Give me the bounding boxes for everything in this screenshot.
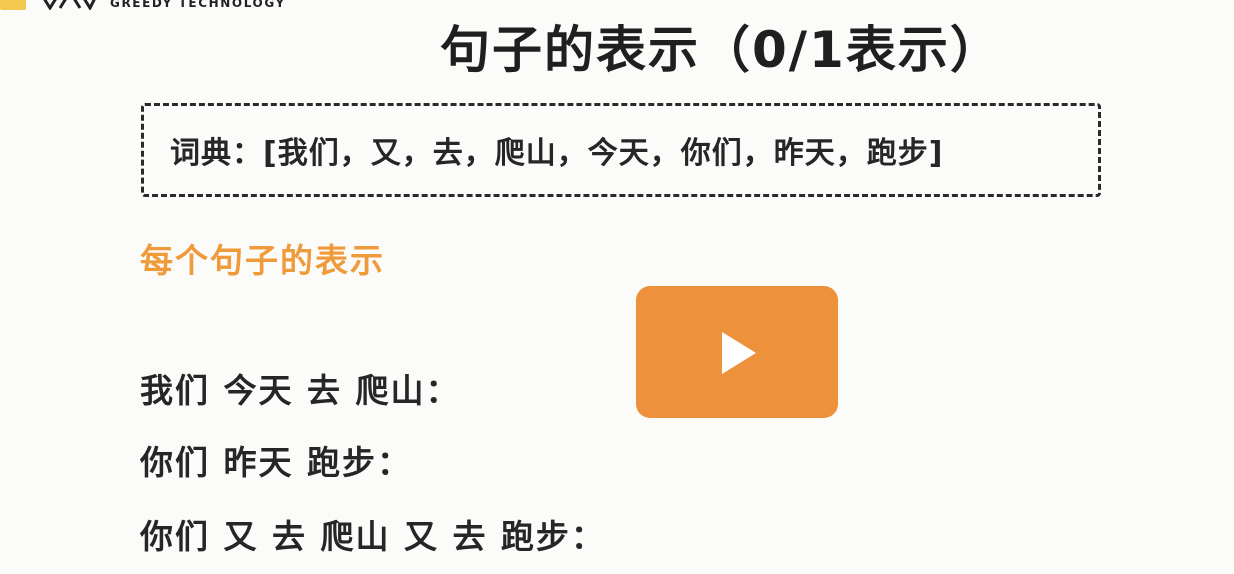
sentence-1: 我们 今天 去 爬山： xyxy=(140,371,461,410)
section-subtitle: 每个句子的表示 xyxy=(140,241,385,280)
video-play-button[interactable] xyxy=(636,286,838,418)
brand-color-block xyxy=(0,0,26,10)
greedy-logo-icon xyxy=(43,0,96,10)
sentence-3: 你们 又 去 爬山 又 去 跑步： xyxy=(140,517,606,556)
sentence-2: 你们 昨天 跑步： xyxy=(140,443,412,482)
dictionary-text: 词典：[我们，又，去，爬山，今天，你们，昨天，跑步] xyxy=(170,136,944,171)
brand-name: GREEDY TECHNOLOGY xyxy=(110,0,286,10)
play-icon xyxy=(722,332,756,374)
brand-header: GREEDY TECHNOLOGY xyxy=(0,0,300,12)
slide-title: 句子的表示（0/1表示） xyxy=(440,21,1002,79)
